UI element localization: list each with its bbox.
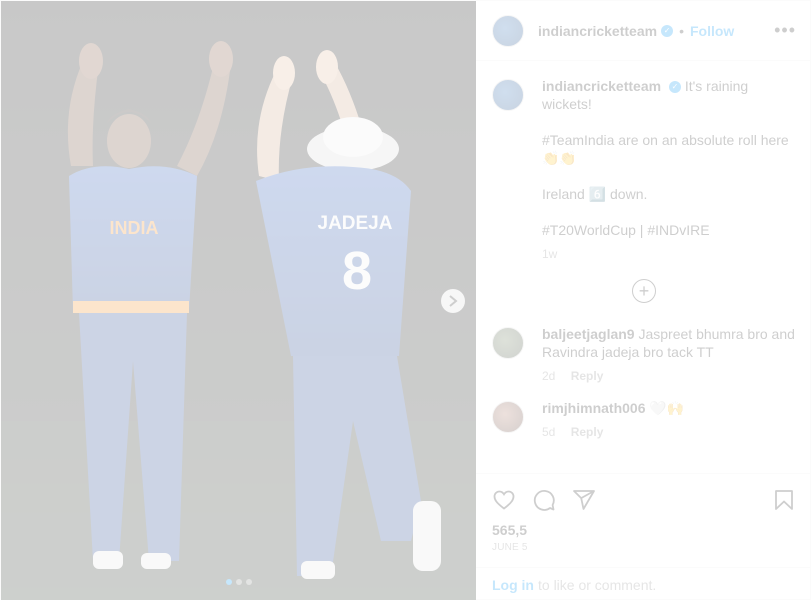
comment-username[interactable]: rimjhimnath006 xyxy=(542,400,645,416)
jersey-name: JADEJA xyxy=(318,213,393,234)
avatar[interactable] xyxy=(492,327,524,359)
caption: indiancricketteam ✓ It's raining wickets… xyxy=(492,77,796,263)
comment-time: 2d xyxy=(542,369,556,383)
reply-button[interactable]: Reply xyxy=(571,425,604,439)
comment-icon[interactable] xyxy=(532,488,556,512)
reply-button[interactable]: Reply xyxy=(571,369,604,383)
more-options-icon[interactable]: ••• xyxy=(774,20,796,41)
login-text: to like or comment. xyxy=(538,576,657,593)
chevron-right-icon xyxy=(449,295,458,307)
header-username[interactable]: indiancricketteam xyxy=(538,23,657,39)
follow-button[interactable]: Follow xyxy=(690,23,734,39)
carousel-dot xyxy=(245,579,252,585)
likes-value: 565,5 xyxy=(492,522,528,538)
post-header: indiancricketteam ✓ • Follow ••• xyxy=(476,1,811,61)
chest-text: INDIA xyxy=(110,218,159,238)
comments-list[interactable]: indiancricketteam ✓ It's raining wickets… xyxy=(476,61,811,473)
comment-username[interactable]: baljeetjaglan9 xyxy=(542,326,635,342)
login-link[interactable]: Log in xyxy=(492,577,534,593)
verified-badge-icon: ✓ xyxy=(668,81,681,94)
plus-circle-icon[interactable]: + xyxy=(632,279,656,303)
post-side-panel: indiancricketteam ✓ • Follow ••• indianc… xyxy=(476,1,811,600)
carousel-dot xyxy=(225,579,232,585)
carousel-indicator xyxy=(1,579,476,585)
instagram-post: JADEJA 8 INDIA indiancricketteam ✓ • Fol… xyxy=(0,0,811,600)
caption-time: 1w xyxy=(542,247,558,261)
avatar[interactable] xyxy=(492,401,524,433)
separator: • xyxy=(679,22,684,39)
post-actions: 565,5 June 5 xyxy=(476,473,811,553)
login-prompt: Log in to like or comment. xyxy=(476,567,811,600)
avatar[interactable] xyxy=(492,14,524,47)
comment: baljeetjaglan9 Jaspreet bhumra bro and R… xyxy=(492,325,796,385)
post-photo: JADEJA 8 INDIA xyxy=(1,1,476,600)
comment-text: 🤍🙌 xyxy=(649,400,685,416)
heart-icon[interactable] xyxy=(492,488,516,512)
caption-username[interactable]: indiancricketteam xyxy=(542,78,661,94)
caption-line: #T20WorldCup | #INDvIRE xyxy=(542,222,710,238)
verified-badge-icon: ✓ xyxy=(661,24,674,37)
caption-line: #TeamIndia are on an absolute roll here … xyxy=(542,132,789,166)
load-more-comments[interactable]: + xyxy=(492,279,796,303)
share-icon[interactable] xyxy=(572,488,596,512)
post-date: June 5 xyxy=(492,542,528,553)
post-media[interactable]: JADEJA 8 INDIA xyxy=(1,1,476,600)
comment-time: 5d xyxy=(542,425,556,439)
likes-count[interactable]: 565,5 xyxy=(492,522,796,538)
jersey-number: 8 xyxy=(342,241,372,301)
avatar[interactable] xyxy=(492,79,524,111)
bookmark-icon[interactable] xyxy=(772,488,796,512)
next-slide-button[interactable] xyxy=(441,289,465,313)
comment: rimjhimnath006 🤍🙌 5d Reply xyxy=(492,399,796,441)
caption-line: Ireland 6️⃣ down. xyxy=(542,186,648,202)
carousel-dot xyxy=(235,579,242,585)
